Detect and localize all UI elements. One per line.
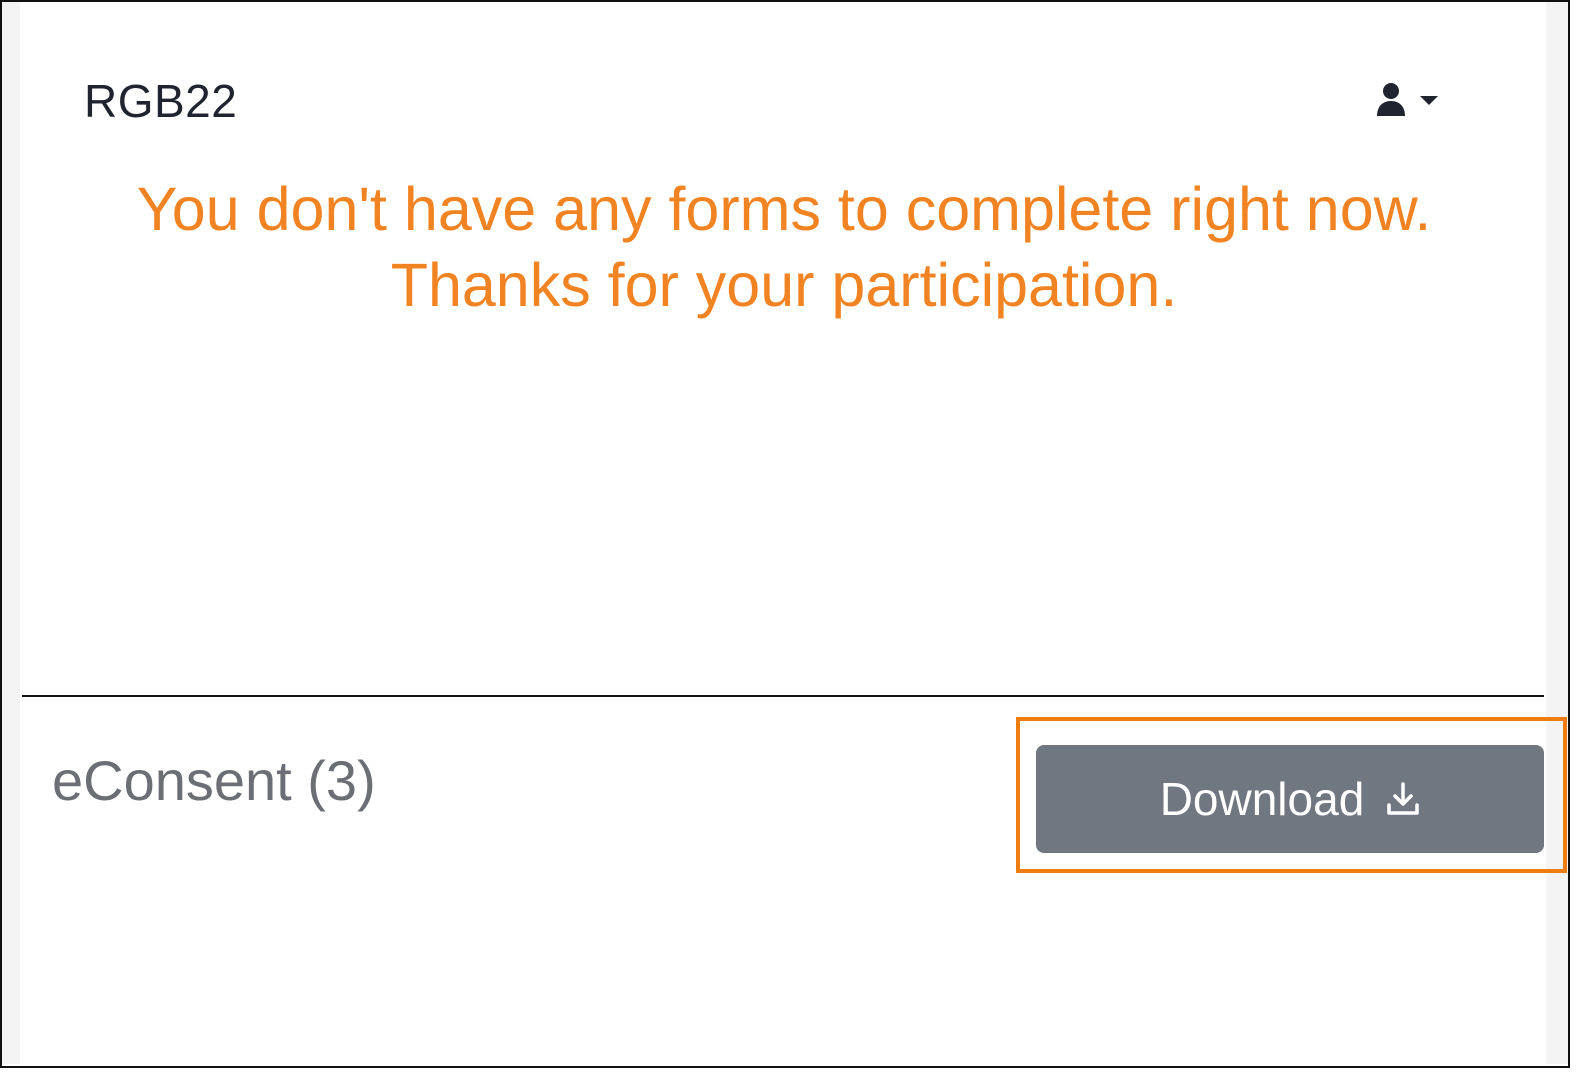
user-icon xyxy=(1377,83,1405,116)
caret-down-icon xyxy=(1420,95,1438,105)
page-frame xyxy=(0,0,1570,1068)
left-gutter xyxy=(2,2,20,1064)
download-icon xyxy=(1387,782,1420,815)
user-menu-toggle[interactable] xyxy=(1376,80,1438,120)
right-gutter xyxy=(1546,2,1568,1064)
no-forms-message: You don't have any forms to complete rig… xyxy=(136,175,1432,243)
econsent-title: eConsent (3) xyxy=(52,749,376,812)
thanks-message: Thanks for your participation. xyxy=(390,251,1178,319)
download-button[interactable]: Download xyxy=(1036,745,1544,853)
section-divider xyxy=(22,695,1544,697)
brand-title: RGB22 xyxy=(84,75,238,127)
download-button-label: Download xyxy=(1159,773,1365,825)
